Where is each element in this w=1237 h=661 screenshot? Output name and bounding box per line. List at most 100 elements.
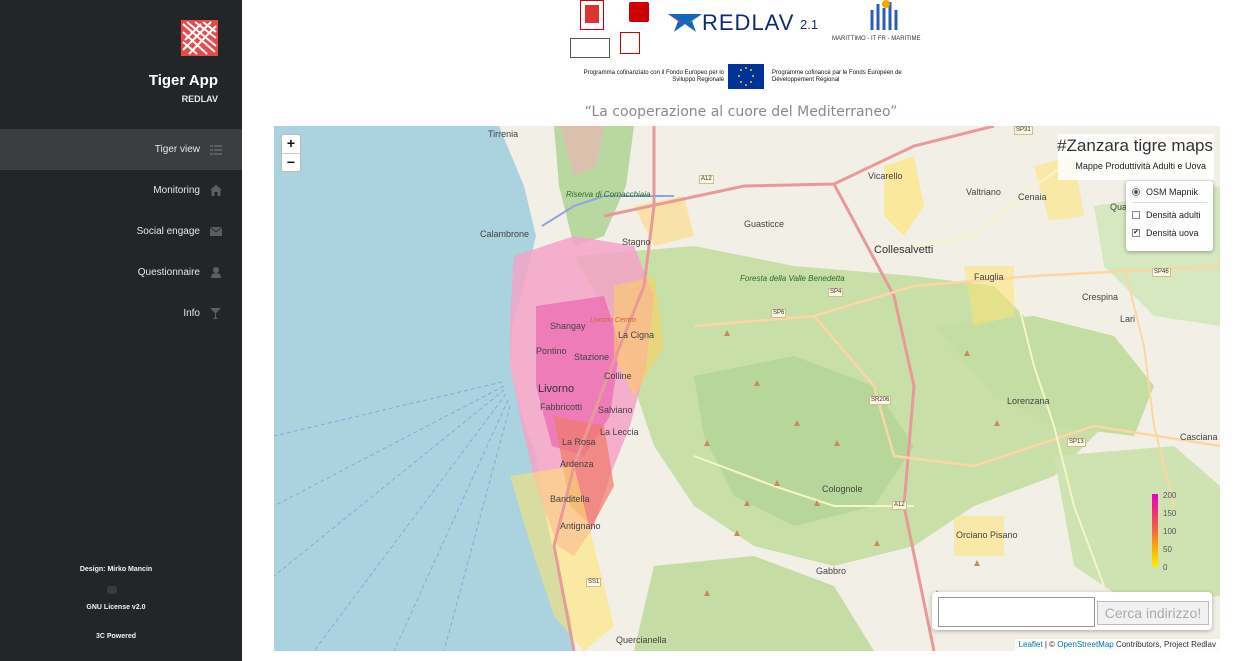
liguria-logo <box>580 0 604 30</box>
program-it-text: Programma cofinanziato con il Fondo Euro… <box>583 70 724 83</box>
checkbox-unchecked-icon[interactable] <box>1132 210 1140 219</box>
glass-icon <box>209 307 222 320</box>
road-label: SS1 <box>586 578 602 587</box>
place-label: Lari <box>1120 314 1136 324</box>
place-label: Quercianella <box>616 635 667 645</box>
place-label: Ardenza <box>560 459 594 469</box>
road-label: SP46 <box>1152 268 1171 277</box>
sidebar-item-label: Monitoring <box>153 185 200 196</box>
sidebar-item-monitoring[interactable]: Monitoring <box>0 170 242 211</box>
layer-label: Densità uova <box>1146 227 1199 238</box>
corse-logo <box>570 38 610 58</box>
layer-label: Densità adulti <box>1146 209 1201 220</box>
sidebar: Tiger App REDLAV Tiger view Monitoring S… <box>0 0 242 661</box>
marittimo-label: MARITTIMO - IT FR - MARITIME <box>832 36 921 42</box>
place-label: La Cigna <box>618 330 655 340</box>
place-label: Cenaia <box>1018 192 1047 202</box>
user-icon <box>209 266 222 279</box>
motto-quote: “La cooperazione al cuore del Mediterran… <box>584 104 898 120</box>
road-label: SP6 <box>771 309 787 318</box>
layer-densita-adulti[interactable]: Densità adulti <box>1132 209 1207 220</box>
radio-selected-icon[interactable] <box>1132 187 1140 196</box>
map-subtitle: Mappe Produttività Adulti e Uova <box>1075 161 1206 171</box>
legend-label: 100 <box>1163 527 1177 536</box>
legend-color-bar <box>1152 494 1158 567</box>
place-label: La Rosa <box>562 437 596 447</box>
map-attribution: Leaflet | © OpenStreetMap Contributors, … <box>1014 639 1220 651</box>
place-label: Foresta della Valle Benedetta <box>740 274 845 283</box>
place-label: Casciana <box>1180 432 1218 442</box>
sidebar-item-label: Tiger view <box>154 144 200 155</box>
map-title: #Zanzara tigre maps <box>1057 136 1213 155</box>
layers-divider <box>1132 202 1207 203</box>
place-label: La Leccia <box>600 427 639 437</box>
place-label: Tirrenia <box>488 129 519 139</box>
attribution-text: Contributors, Project Redlav <box>1113 640 1216 649</box>
place-label: Livorno <box>538 383 575 395</box>
road-label: SP31 <box>1014 126 1033 135</box>
place-label: Riserva di Cornacchiaia <box>566 190 651 199</box>
place-label: Collesalvetti <box>874 244 934 256</box>
place-label: Stazione <box>574 352 610 362</box>
place-label: Fabbricotti <box>540 402 583 412</box>
footer-powered: 3C Powered <box>95 633 137 640</box>
place-label: Colognole <box>822 484 863 494</box>
header-banner: REDLAV 2.1 MARITTIMO - IT FR - MARITIME … <box>560 0 940 92</box>
place-label: Vicarello <box>868 171 903 181</box>
place-label: Antignano <box>560 521 601 531</box>
place-label: Orciano Pisano <box>956 530 1018 540</box>
sidebar-item-label: Info <box>183 308 200 319</box>
place-label: Fauglia <box>974 272 1004 282</box>
place-label: Colline <box>604 371 632 381</box>
road-label: A12 <box>699 175 714 184</box>
tiger-logo[interactable] <box>181 20 218 56</box>
zoom-control: + − <box>281 134 301 172</box>
footer-design: Design: Mirko Mancin <box>79 566 153 573</box>
sidebar-nav: Tiger view Monitoring Social engage Ques… <box>0 129 242 334</box>
app-subtitle: REDLAV <box>181 94 218 104</box>
address-search: Cerca indirizzo! <box>932 592 1212 630</box>
layer-densita-uova[interactable]: ✔ Densità uova <box>1132 227 1207 238</box>
zoom-in-button[interactable]: + <box>282 135 300 153</box>
footer-license[interactable]: GNU License v2.0 <box>0 604 232 611</box>
place-label: Pontino <box>536 346 567 356</box>
place-label: Livorno Centro <box>590 317 636 324</box>
legend-label: 200 <box>1163 491 1177 500</box>
address-search-button[interactable]: Cerca indirizzo! <box>1097 601 1209 625</box>
zoom-out-button[interactable]: − <box>282 153 300 171</box>
place-label: Valtriano <box>966 187 1001 197</box>
place-label: Salviano <box>598 405 633 415</box>
road-label: SP4 <box>828 288 844 297</box>
leaflet-link[interactable]: Leaflet <box>1019 640 1043 649</box>
redlav-brand: REDLAV <box>702 10 795 35</box>
legend-label: 0 <box>1163 563 1168 572</box>
leaflet-map[interactable]: Tirrenia Calambrone Riserva di Cornacchi… <box>274 126 1220 651</box>
program-fr-text: Programme cofinancé par le Fonds Europée… <box>772 70 902 83</box>
osm-link[interactable]: OpenStreetMap <box>1057 640 1113 649</box>
redlav-logo: REDLAV 2.1 <box>668 8 819 35</box>
app-title: Tiger App <box>148 72 218 89</box>
legend-label: 150 <box>1163 509 1177 518</box>
creative-commons-icon <box>107 586 117 594</box>
sidebar-item-tiger-view[interactable]: Tiger view <box>0 129 242 170</box>
density-legend: 200 150 100 50 0 <box>1151 492 1207 572</box>
sidebar-item-questionnaire[interactable]: Questionnaire <box>0 252 242 293</box>
map-tiles[interactable] <box>274 126 1220 651</box>
layer-osm-mapnik[interactable]: OSM Mapnik <box>1132 186 1207 197</box>
redlav-version: 2.1 <box>800 17 819 32</box>
road-label: SP13 <box>1067 438 1086 447</box>
place-label: Gabbro <box>816 566 847 576</box>
sidebar-item-social-engage[interactable]: Social engage <box>0 211 242 252</box>
checkbox-checked-icon[interactable]: ✔ <box>1132 228 1140 237</box>
marittimo-logo: MARITTIMO - IT FR - MARITIME <box>832 0 936 46</box>
place-label: Banditella <box>550 494 590 504</box>
legend-label: 50 <box>1163 545 1172 554</box>
sidebar-item-info[interactable]: Info <box>0 293 242 334</box>
sidebar-item-label: Questionnaire <box>137 267 200 278</box>
sidebar-item-label: Social engage <box>136 226 200 237</box>
place-label: Lorenzana <box>1007 396 1050 406</box>
address-search-input[interactable] <box>938 597 1095 627</box>
road-label: A12 <box>892 501 907 510</box>
grid-icon <box>209 143 222 156</box>
eu-flag <box>728 64 764 89</box>
